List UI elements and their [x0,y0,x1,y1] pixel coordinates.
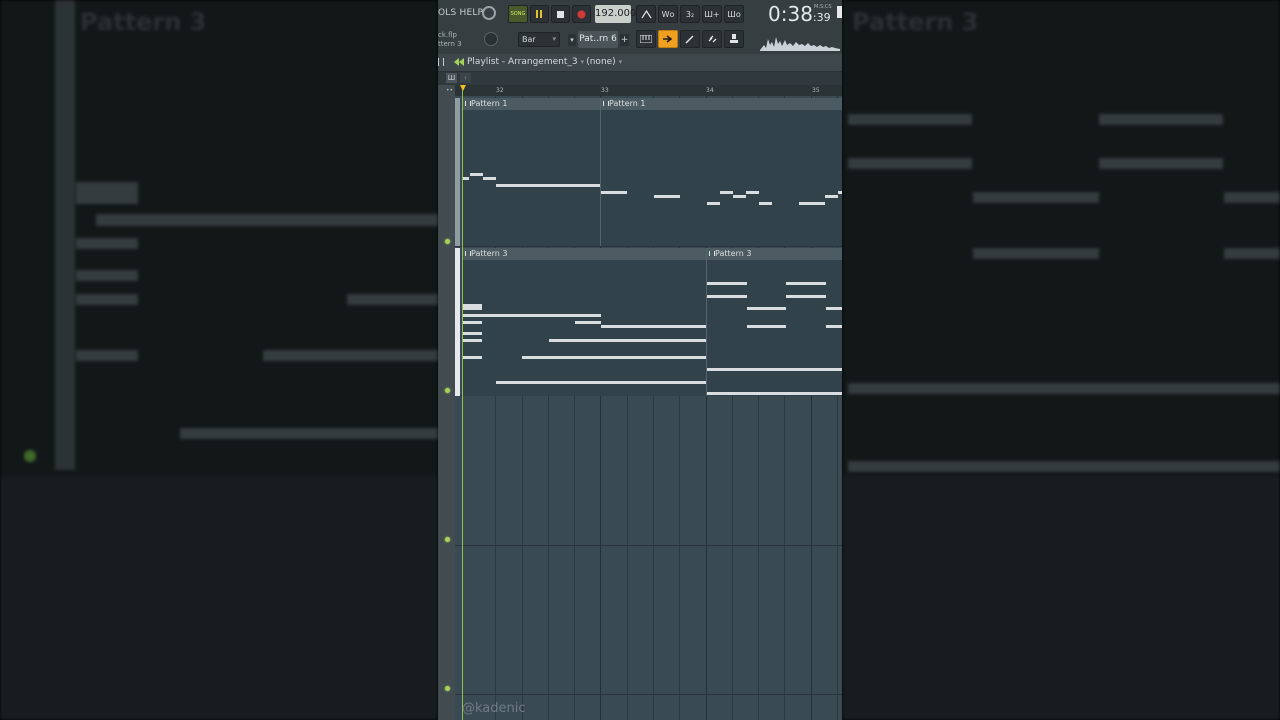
cpu-indicator [837,6,842,18]
clock-main: 0:38 [768,2,813,26]
blend-icon: Шᴏ [727,9,741,19]
step-edit-button[interactable]: Ш+ [702,5,722,23]
brush-icon [685,35,694,44]
snap-selector[interactable]: Bar ▾ [518,32,560,47]
metronome-icon [640,9,652,18]
track-selection-marker[interactable] [455,248,460,396]
blend-notes-button[interactable]: Шᴏ [724,5,744,23]
bar-number: 35 [812,87,820,94]
tempo-display[interactable]: 192.000 [595,5,636,23]
wait-icon: Wᴏ [661,9,675,19]
menu-bar[interactable]: OLS HELP [438,8,483,18]
main-toolbar: OLS HELP ck.flp ttern 3 SONG 192.000 Wᴏ [438,0,842,55]
clip-title: Pattern 3 [463,248,707,260]
background-pattern-title: Pattern 3 [80,8,207,36]
record-button[interactable] [572,5,591,23]
timeline-ruler[interactable]: 32 33 34 35 [455,85,842,96]
brush-tool-button[interactable] [680,30,700,48]
pause-icon [536,10,542,18]
oscilloscope-display [760,37,840,51]
fl-studio-window: OLS HELP ck.flp ttern 3 SONG 192.000 Wᴏ [438,0,842,720]
background-pattern-title: Pattern 3 [852,8,979,36]
clip-title: Pattern 1 [463,98,601,110]
pause-button[interactable] [530,5,549,23]
arrow-icon [663,35,673,43]
link-button[interactable] [702,30,722,48]
playhead-marker[interactable] [460,85,466,91]
pattern-clip[interactable]: Pattern 1 [600,98,842,246]
track-selection-marker[interactable] [455,98,460,246]
pattern-clip[interactable]: Pattern 3 [706,248,842,396]
typing-keyboard-icon [640,35,652,43]
selection-label: (none) [586,57,616,67]
countdown-icon: 3₂ [685,9,695,19]
track-header-column: •• [438,85,455,720]
playhead-line[interactable] [462,85,463,720]
bar-number: 32 [496,87,504,94]
link-icon [708,35,716,43]
master-pitch-knob[interactable] [484,32,498,46]
record-icon [577,10,586,18]
pattern-selector[interactable]: Pat..rn 6 [578,31,618,48]
snap-value: Bar [522,35,536,44]
piano-keys-icon[interactable]: Ш [446,73,457,83]
playlist-arrow-icon [454,58,464,66]
background-right: Pattern 3 [842,0,1280,720]
bar-number: 34 [706,87,714,94]
playlist-title[interactable]: Playlist - Arrangement_3 ▾ (none) ▾ [467,57,622,67]
clock-centiseconds: :39 [812,11,831,24]
track-1-indicator[interactable] [445,239,450,244]
stamp-button[interactable] [724,30,744,48]
metronome-button[interactable] [636,5,656,23]
stop-icon [557,10,564,18]
add-pattern-button[interactable]: + [620,34,629,46]
typing-keyboard-button[interactable] [636,30,656,48]
stamp-icon [730,34,738,43]
song-mode-toggle[interactable]: SONG [508,5,528,23]
watermark: @kadenic [462,701,526,716]
step-edit-icon: Ш+ [704,9,720,19]
playlist-header: Playlist - Arrangement_3 ▾ (none) ▾ [438,54,842,72]
clip-title: Pattern 3 [707,248,842,260]
current-pattern-name: ttern 3 [438,40,462,48]
master-volume-knob[interactable] [482,6,496,20]
clip-title: Pattern 1 [601,98,842,110]
track-2-indicator[interactable] [445,388,450,393]
draw-mode-button[interactable] [658,30,678,48]
playlist-tool-row: Ш ‹ [438,72,842,85]
song-mode-label: SONG [510,11,526,17]
chevron-down-icon: ▾ [552,35,556,43]
playlist-menu-handle[interactable] [438,58,444,66]
track-4-indicator[interactable] [445,686,450,691]
clock-unit-label: M:S:CS [814,4,832,10]
pattern-prev-arrow[interactable]: ▾ [568,34,576,46]
arrangement-name: Playlist - Arrangement_3 [467,57,578,67]
countdown-button[interactable]: 3₂ [680,5,700,23]
file-name: ck.flp [438,31,457,39]
bar-number: 33 [601,87,609,94]
scroll-left-icon[interactable]: ‹ [460,73,471,83]
background-left: Pattern 3 [0,0,438,720]
file-info: ck.flp ttern 3 [438,31,462,49]
wait-for-input-button[interactable]: Wᴏ [658,5,678,23]
pattern-clip[interactable]: Pattern 3 [462,248,707,396]
pattern-clip[interactable]: Pattern 1 [462,98,601,246]
track-3-indicator[interactable] [445,537,450,542]
stop-button[interactable] [551,5,570,23]
